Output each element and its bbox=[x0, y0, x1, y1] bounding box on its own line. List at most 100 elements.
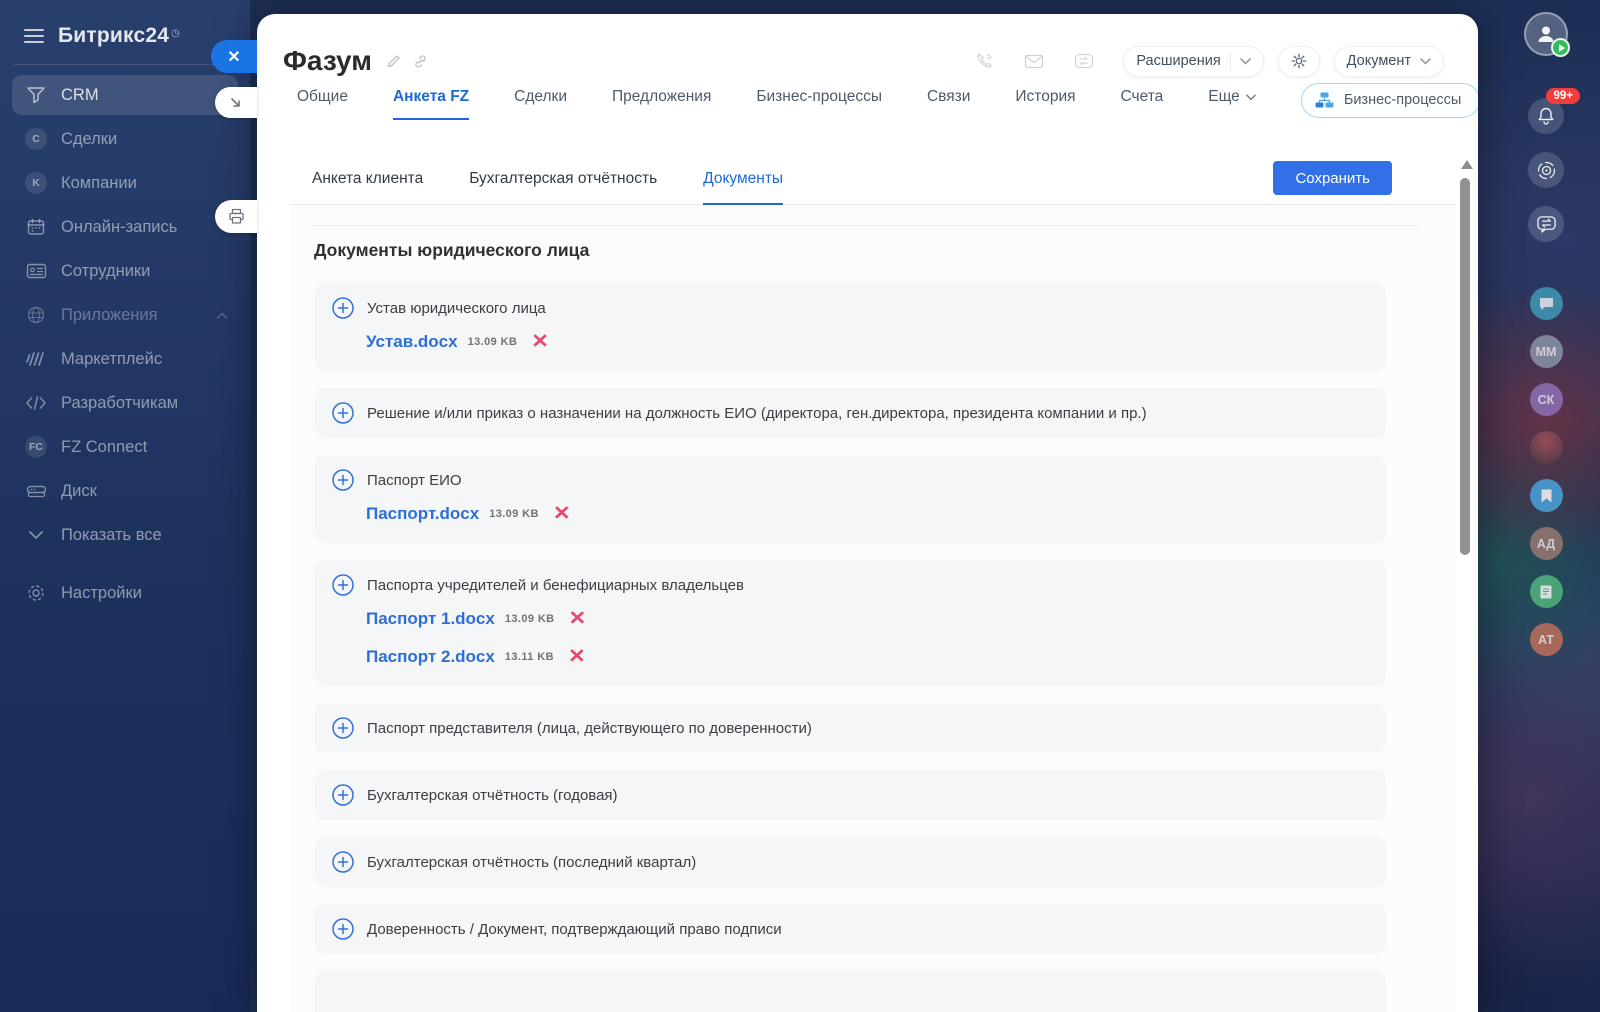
form-subtabs: Анкета клиента Бухгалтерская отчётность До… bbox=[290, 153, 1456, 205]
sidebar-item-label: Онлайн-запись bbox=[61, 218, 177, 237]
add-file-button[interactable] bbox=[332, 717, 354, 739]
profile-avatar[interactable] bbox=[1524, 12, 1568, 56]
document-row bbox=[315, 971, 1386, 1012]
tab-бизнес-процессы[interactable]: Бизнес-процессы bbox=[756, 88, 882, 120]
tab-label: Сделки bbox=[514, 88, 567, 105]
document-row: Доверенность / Документ, подтверждающий … bbox=[315, 904, 1386, 954]
tab-счета[interactable]: Счета bbox=[1121, 88, 1164, 120]
avatar-photo[interactable] bbox=[1530, 431, 1563, 464]
add-file-button[interactable] bbox=[332, 851, 354, 873]
add-file-button[interactable] bbox=[332, 574, 354, 596]
menu-toggle-icon[interactable] bbox=[24, 29, 44, 43]
open-channel-icon[interactable] bbox=[1073, 51, 1095, 72]
close-panel-button[interactable]: ✕ bbox=[211, 40, 257, 73]
dock-panel-button[interactable] bbox=[215, 87, 257, 118]
sidebar-item-crm[interactable]: CRM bbox=[12, 75, 238, 115]
sidebar-item-label: Маркетплейс bbox=[61, 350, 162, 369]
document-dropdown[interactable]: Документ bbox=[1334, 46, 1444, 77]
file-link[interactable]: Паспорт 2.docx bbox=[366, 647, 495, 667]
tab-история[interactable]: История bbox=[1015, 88, 1075, 120]
delete-file-icon[interactable]: ✕ bbox=[553, 505, 571, 523]
file-size: 13.09 KB bbox=[505, 613, 555, 625]
documents-content: Документы юридического лица Устав юридич… bbox=[290, 205, 1456, 1012]
phone-icon[interactable] bbox=[974, 51, 995, 72]
uploaded-file: Паспорт.docx13.09 KB✕ bbox=[366, 498, 1368, 530]
tab-label: Анкета FZ bbox=[393, 88, 469, 105]
tab-label: Бизнес-процессы bbox=[756, 88, 882, 105]
chevron-up-icon bbox=[216, 306, 228, 325]
add-file-button[interactable] bbox=[332, 784, 354, 806]
sidebar-item-сделки[interactable]: CСделки bbox=[12, 117, 238, 161]
business-processes-button[interactable]: Бизнес-процессы bbox=[1301, 83, 1478, 118]
document-bot-avatar[interactable] bbox=[1530, 575, 1563, 608]
tab-сделки[interactable]: Сделки bbox=[514, 88, 567, 120]
sidebar-item-сотрудники[interactable]: Сотрудники bbox=[12, 249, 238, 293]
code-icon bbox=[25, 392, 47, 414]
document-type-label: Паспорт ЕИО bbox=[367, 472, 462, 489]
tab-еще[interactable]: Еще bbox=[1208, 88, 1256, 120]
edit-title-icon[interactable] bbox=[386, 53, 402, 69]
printer-icon bbox=[228, 208, 245, 225]
delete-file-icon[interactable]: ✕ bbox=[531, 333, 549, 351]
avatar-at[interactable]: АТ bbox=[1530, 623, 1563, 656]
delete-file-icon[interactable]: ✕ bbox=[568, 648, 586, 666]
subtab-бухгалтерская-отч-тность[interactable]: Бухгалтерская отчётность bbox=[469, 170, 657, 205]
settings-gear-button[interactable] bbox=[1278, 46, 1320, 77]
document-row: Паспорта учредителей и бенефициарных вла… bbox=[315, 560, 1386, 686]
section-title: Документы юридического лица bbox=[314, 240, 1456, 261]
scrollbar-thumb[interactable] bbox=[1460, 178, 1470, 555]
bitrix24-app: Битрикс24◷ CRMCСделкиKКомпанииОнлайн-зап… bbox=[0, 0, 1600, 1012]
delete-file-icon[interactable]: ✕ bbox=[569, 610, 587, 628]
add-file-button[interactable] bbox=[332, 297, 354, 319]
chat-channel-avatar[interactable] bbox=[1530, 287, 1563, 320]
subtab-документы[interactable]: Документы bbox=[703, 170, 783, 205]
sidebar-item-приложения[interactable]: Приложения bbox=[12, 293, 238, 337]
file-link[interactable]: Паспорт 1.docx bbox=[366, 609, 495, 629]
embedded-form-area: Анкета клиентаБухгалтерская отчётностьДо… bbox=[290, 153, 1456, 1012]
avatar-ck[interactable]: СК bbox=[1530, 383, 1563, 416]
messenger-button[interactable] bbox=[1528, 206, 1564, 242]
file-link[interactable]: Паспорт.docx bbox=[366, 504, 479, 524]
print-button[interactable] bbox=[215, 200, 257, 233]
tab-предложения[interactable]: Предложения bbox=[612, 88, 711, 120]
chevron-down-icon bbox=[25, 524, 47, 546]
sidebar-item-label: Приложения bbox=[61, 306, 158, 325]
tab-анкета-fz[interactable]: Анкета FZ bbox=[393, 88, 469, 120]
file-link[interactable]: Устав.docx bbox=[366, 332, 458, 352]
avatar-mm[interactable]: MM bbox=[1530, 335, 1563, 368]
chevron-down-icon bbox=[1420, 58, 1431, 65]
flowchart-icon bbox=[1315, 92, 1334, 109]
document-type-label: Паспорта учредителей и бенефициарных вла… bbox=[367, 577, 744, 594]
add-file-button[interactable] bbox=[332, 402, 354, 424]
sidebar-item-разработчикам[interactable]: Разработчикам bbox=[12, 381, 238, 425]
sidebar-item-показать-все[interactable]: Показать все bbox=[12, 513, 238, 557]
scroll-up-arrow-icon[interactable] bbox=[1461, 160, 1473, 169]
subtab-анкета-клиента[interactable]: Анкета клиента bbox=[312, 170, 423, 205]
add-file-button[interactable] bbox=[332, 918, 354, 940]
sidebar-item-настройки[interactable]: Настройки bbox=[12, 571, 238, 615]
extensions-dropdown[interactable]: Расширения bbox=[1123, 46, 1263, 77]
avatar-ad[interactable]: АД bbox=[1530, 527, 1563, 560]
saved-messages-avatar[interactable] bbox=[1530, 479, 1563, 512]
add-file-button[interactable] bbox=[332, 469, 354, 491]
uploaded-file: Паспорт 2.docx13.11 KB✕ bbox=[366, 641, 1368, 673]
copy-link-icon[interactable] bbox=[412, 53, 429, 70]
sidebar-item-label: CRM bbox=[61, 86, 99, 105]
id-card-icon bbox=[25, 260, 47, 282]
sidebar-item-fz-connect[interactable]: FCFZ Connect bbox=[12, 425, 238, 469]
sidebar-item-диск[interactable]: Диск bbox=[12, 469, 238, 513]
drive-icon bbox=[25, 480, 47, 502]
email-icon[interactable] bbox=[1023, 51, 1045, 72]
notifications-button[interactable]: 99+ bbox=[1528, 98, 1564, 134]
sidebar-item-маркетплейс[interactable]: Маркетплейс bbox=[12, 337, 238, 381]
play-status-badge bbox=[1551, 38, 1570, 57]
page-title: Фазум bbox=[283, 45, 372, 77]
sidebar-item-компании[interactable]: KКомпании bbox=[12, 161, 238, 205]
letter-k-icon: K bbox=[25, 172, 47, 194]
tab-связи[interactable]: Связи bbox=[927, 88, 970, 120]
sidebar-item-онлайн-запись[interactable]: Онлайн-запись bbox=[12, 205, 238, 249]
tab-label: Связи bbox=[927, 88, 970, 105]
save-button[interactable]: Сохранить bbox=[1273, 161, 1392, 195]
copilot-button[interactable] bbox=[1528, 152, 1564, 188]
tab-общие[interactable]: Общие bbox=[297, 88, 348, 120]
